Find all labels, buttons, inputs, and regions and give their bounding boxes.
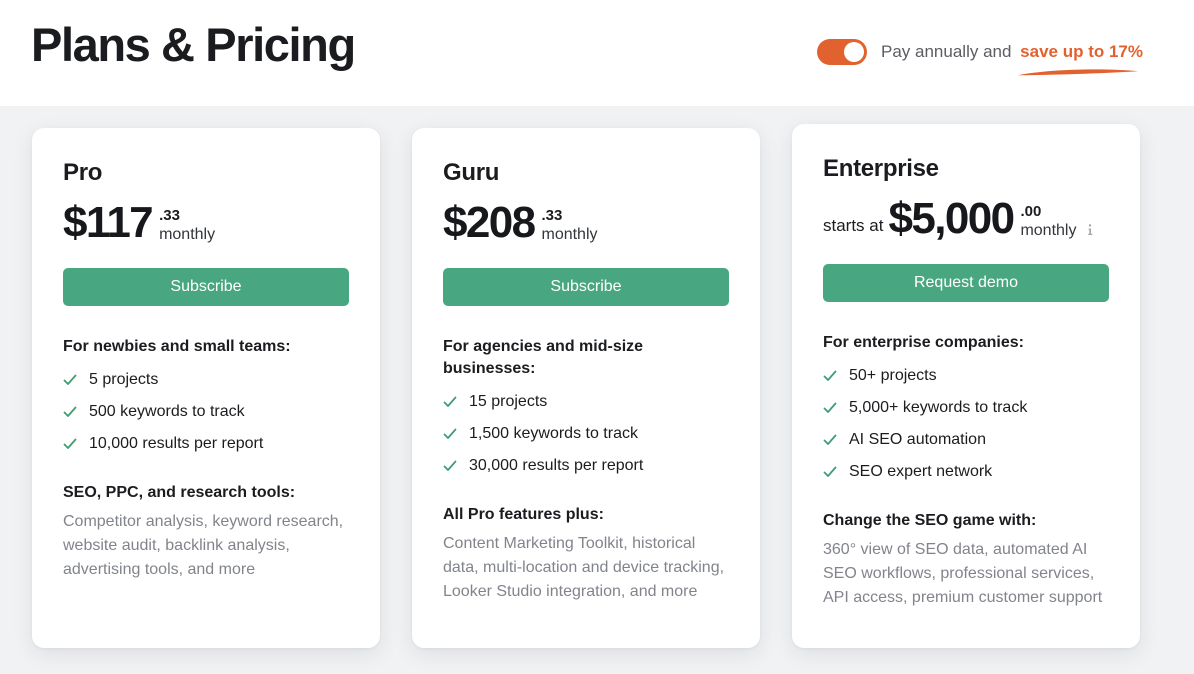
price-prefix: starts at <box>823 216 884 235</box>
save-amount-text: save up to 17% <box>1020 42 1143 61</box>
list-item: SEO expert network <box>823 462 1109 482</box>
price-sub: .33 monthly <box>541 208 597 244</box>
list-item-label: 30,000 results per report <box>469 457 644 474</box>
billing-period-switcher: Pay annually and save up to 17% <box>817 38 1143 76</box>
feature-heading: For agencies and mid-size businesses: <box>443 338 644 377</box>
list-item: AI SEO automation <box>823 430 1109 450</box>
check-icon <box>823 402 837 413</box>
plan-name: Guru <box>443 159 500 186</box>
plan-name: Enterprise <box>823 155 939 182</box>
price-row: starts at $5,000 .00 monthly <box>823 192 1109 242</box>
price-amount: $117 <box>63 198 154 247</box>
annual-billing-toggle[interactable] <box>817 39 867 65</box>
pricing-card-pro: Pro $117 .33 monthly Subscribe For newbi… <box>32 128 380 648</box>
detail-text: Competitor analysis, keyword research, w… <box>63 513 344 578</box>
check-icon <box>823 370 837 381</box>
list-item-label: 1,500 keywords to track <box>469 425 638 442</box>
pricing-cards-container: Pro $117 .33 monthly Subscribe For newbi… <box>0 106 1194 674</box>
check-icon <box>443 396 457 407</box>
subscribe-button[interactable]: Subscribe <box>63 268 349 306</box>
check-icon <box>63 374 77 385</box>
list-item: 5,000+ keywords to track <box>823 398 1109 418</box>
list-item: 10,000 results per report <box>63 434 349 454</box>
price-amount: $208 <box>443 198 536 247</box>
check-icon <box>63 406 77 417</box>
list-item: 5 projects <box>63 370 349 390</box>
feature-list: 50+ projects 5,000+ keywords to track AI… <box>823 366 1109 482</box>
detail-text: 360° view of SEO data, automated AI SEO … <box>823 541 1103 606</box>
save-badge: save up to 17% <box>1018 39 1143 76</box>
list-item-label: 5,000+ keywords to track <box>849 399 1028 416</box>
price-cents: .33 <box>541 207 563 224</box>
price-period: monthly <box>1020 222 1077 239</box>
list-item-label: SEO expert network <box>849 463 993 480</box>
billing-toggle-label-text: Pay annually and <box>881 42 1012 61</box>
detail-heading: SEO, PPC, and research tools: <box>63 484 296 501</box>
feature-heading: For newbies and small teams: <box>63 338 291 355</box>
price-row: $208 .33 monthly <box>443 196 729 246</box>
page-header: Plans & Pricing Pay annually and save up… <box>0 0 1194 106</box>
feature-list: 15 projects 1,500 keywords to track 30,0… <box>443 392 729 476</box>
price-cents: .33 <box>159 207 180 224</box>
pricing-card-enterprise: Enterprise starts at $5,000 .00 monthly … <box>792 124 1140 648</box>
check-icon <box>823 434 837 445</box>
plan-name: Pro <box>63 159 103 186</box>
list-item: 1,500 keywords to track <box>443 424 729 444</box>
info-icon[interactable] <box>1084 222 1096 238</box>
list-item-label: 15 projects <box>469 393 548 410</box>
price-row: $117 .33 monthly <box>63 196 349 246</box>
toggle-knob <box>844 42 864 62</box>
detail-heading: All Pro features plus: <box>443 506 604 523</box>
price-amount: $5,000 <box>888 194 1015 243</box>
check-icon <box>443 460 457 471</box>
underline-swoosh-icon <box>1018 69 1139 76</box>
page-title: Plans & Pricing <box>31 18 356 71</box>
list-item: 500 keywords to track <box>63 402 349 422</box>
detail-text: Content Marketing Toolkit, historical da… <box>443 535 725 600</box>
price-cents: .00 <box>1020 203 1042 220</box>
list-item-label: 5 projects <box>89 371 159 388</box>
feature-heading: For enterprise companies: <box>823 334 1024 351</box>
check-icon <box>63 438 77 449</box>
price-sub: .00 monthly <box>1020 204 1076 240</box>
price-sub: .33 monthly <box>159 208 215 244</box>
list-item: 15 projects <box>443 392 729 412</box>
list-item-label: 10,000 results per report <box>89 435 264 452</box>
list-item-label: 50+ projects <box>849 367 937 384</box>
list-item-label: 500 keywords to track <box>89 403 245 420</box>
price-period: monthly <box>541 226 598 243</box>
check-icon <box>823 466 837 477</box>
list-item: 30,000 results per report <box>443 456 729 476</box>
detail-heading: Change the SEO game with: <box>823 512 1037 529</box>
check-icon <box>443 428 457 439</box>
list-item-label: AI SEO automation <box>849 431 986 448</box>
feature-list: 5 projects 500 keywords to track 10,000 … <box>63 370 349 454</box>
price-period: monthly <box>159 226 216 243</box>
request-demo-button[interactable]: Request demo <box>823 264 1109 302</box>
subscribe-button[interactable]: Subscribe <box>443 268 729 306</box>
list-item: 50+ projects <box>823 366 1109 386</box>
billing-toggle-label: Pay annually and save up to 17% <box>881 39 1143 76</box>
pricing-card-guru: Guru $208 .33 monthly Subscribe For agen… <box>412 128 760 648</box>
